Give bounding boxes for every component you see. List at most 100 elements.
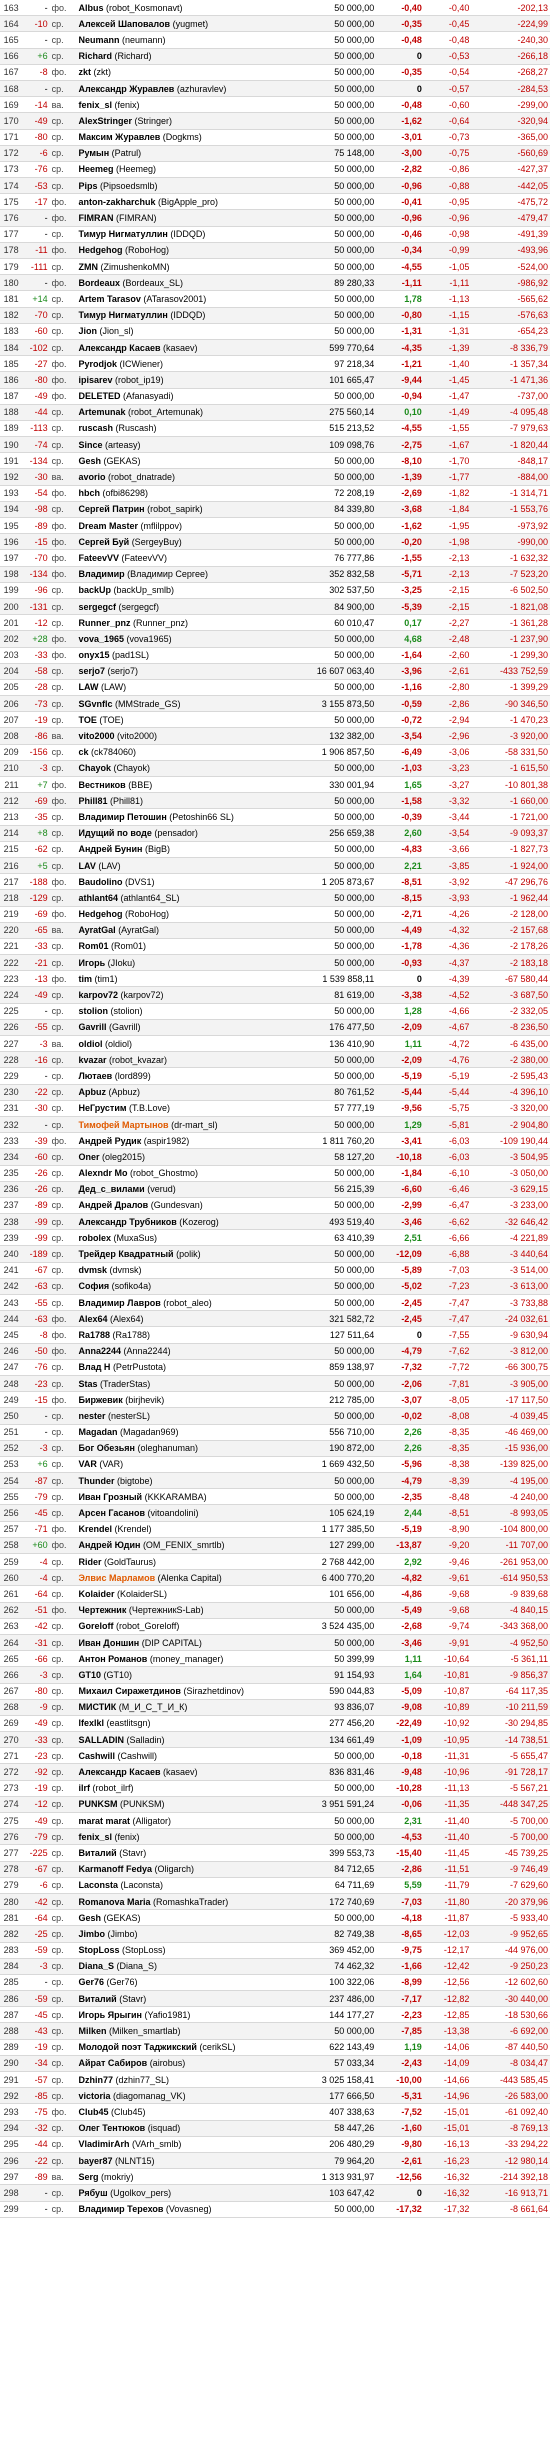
table-row[interactable]: 184 -102 ср. Александр Касаев (kasaev) 599 7… — [0, 339, 550, 357]
participant-name[interactable]: Алексей Шаповалов — [78, 19, 170, 29]
table-row[interactable]: 295 -44 ср. VladimirArh (VArh_smlb) 206 480,… — [0, 2136, 550, 2153]
table-row[interactable]: 252 -3 ср. Бог Обезьян (oleghanuman) 190 872… — [0, 1440, 550, 1457]
table-row[interactable]: 262 -51 фо. Чертежник (ЧертежникS-Lab) 50 00… — [0, 1602, 550, 1619]
participant-name[interactable]: Bordeaux — [78, 278, 120, 288]
participant-name[interactable]: Romanova Maria — [78, 1897, 150, 1907]
table-row[interactable]: 289 -19 ср. Молодой поэт Таджикский (cerikS… — [0, 2039, 550, 2056]
participant-name[interactable]: Baudolino — [78, 877, 122, 887]
participant-name[interactable]: onyx15 — [78, 650, 109, 660]
table-row[interactable]: 275 -49 ср. marat marat (Alligator) 50 000,0… — [0, 1812, 550, 1830]
table-row[interactable]: 288 -43 ср. Milken (Milken_smartlab) 50 000,… — [0, 2022, 550, 2040]
table-row[interactable]: 178 -11 фо. Hedgehog (RoboHog) 50 000,00 -0,3… — [0, 242, 550, 260]
table-row[interactable]: 225- ср. stolion (stolion) 50 000,00 1,28 -4,… — [0, 1003, 550, 1020]
participant-name[interactable]: Anna2244 — [78, 1346, 121, 1356]
participant-name[interactable]: avorio — [78, 472, 105, 482]
table-row[interactable]: 231 -30 ср. НеГрустим (T.B.Love) 57 777,19 -9… — [0, 1100, 550, 1117]
participant-name[interactable]: Молодой поэт Таджикский — [78, 2042, 196, 2052]
table-row[interactable]: 258 +60 фо. Андрей Юдин (OM_FENIX_smrtlb) 12… — [0, 1537, 550, 1555]
table-row[interactable]: 293 -75 фо. Club45 (Club45) 407 338,63 -7,52-… — [0, 2103, 550, 2121]
participant-name[interactable]: НеГрустим — [78, 1103, 126, 1113]
participant-name[interactable]: Андрей Дралов — [78, 1200, 148, 1210]
participant-name[interactable]: athlant64 — [78, 893, 118, 903]
participant-name[interactable]: karpov72 — [78, 990, 118, 1000]
table-row[interactable]: 212 -69 фо. Phill81 (Phill81) 50 000,00 -1,58… — [0, 792, 550, 810]
table-row[interactable]: 205 -28 ср. LAW (LAW) 50 000,00 -1,16 -2,80 -1 … — [0, 679, 550, 697]
participant-name[interactable]: Арсен Гасанов — [78, 1508, 145, 1518]
participant-name[interactable]: Ra1788 — [78, 1330, 110, 1340]
participant-name[interactable]: Jion — [78, 326, 97, 336]
participant-name[interactable]: Artem Tarasov — [78, 294, 140, 304]
participant-name[interactable]: Андрей Юдин — [78, 1540, 140, 1550]
table-row[interactable]: 218 -129 ср. athlant64 (athlant64_SL) 50 000… — [0, 889, 550, 907]
participant-name[interactable]: Alexndr Mo — [78, 1168, 127, 1178]
participant-name[interactable]: Чертежник — [78, 1605, 126, 1615]
participant-name[interactable]: Gesh — [78, 1913, 101, 1923]
participant-name[interactable]: Иван Доншин — [78, 1638, 139, 1648]
table-row[interactable]: 248 -23 ср. Stas (TraderStas) 50 000,00 -2,06… — [0, 1375, 550, 1393]
table-row[interactable]: 227 -3 ва. oldiol (oldiol) 136 410,90 1,11 -4,… — [0, 1035, 550, 1053]
table-row[interactable]: 217 -188 фо. Baudolino (DVS1) 1 205 873,67 -8… — [0, 873, 550, 891]
participant-name[interactable]: bayer87 — [78, 2156, 112, 2166]
participant-name[interactable]: Pips — [78, 181, 97, 191]
participant-name[interactable]: Neumann — [78, 35, 119, 45]
participant-name[interactable]: Alex64 — [78, 1314, 107, 1324]
participant-name[interactable]: Richard — [78, 51, 112, 61]
participant-name[interactable]: Вестников — [78, 780, 125, 790]
participant-name[interactable]: GT10 — [78, 1670, 101, 1680]
table-row[interactable]: 189 -113 ср. ruscash (Ruscash) 515 213,52 -4,… — [0, 420, 550, 438]
participant-name[interactable]: Apbuz — [78, 1087, 106, 1097]
table-row[interactable]: 233 -39 фо. Андрей Рудик (aspir1982) 1 811 7… — [0, 1132, 550, 1150]
table-row[interactable]: 199 -96 ср. backUp (backUp_smlb) 302 537,50-… — [0, 582, 550, 599]
table-row[interactable]: 269 -49 ср. lfexlkl (eastlitsgn) 277 456,20-… — [0, 1715, 550, 1733]
participant-name[interactable]: Oner — [78, 1152, 99, 1162]
table-row[interactable]: 229- ср. Лютаев (lord899) 50 000,00 -5,19 -5,… — [0, 1067, 550, 1085]
table-row[interactable]: 281 -64 ср. Gesh (GEKAS) 50 000,00 -4,18 -11,8… — [0, 1909, 550, 1927]
table-row[interactable]: 260 -4 ср. Элвис Марламов (Alenka Capital) 6… — [0, 1569, 550, 1587]
participant-name[interactable]: Albus — [78, 3, 103, 13]
table-row[interactable]: 216 +5 ср. LAV (LAV) 50 000,00 2,21 -3,85 -1 92… — [0, 857, 550, 875]
participant-name[interactable]: Влад Н — [78, 1362, 110, 1372]
participant-name[interactable]: StopLoss — [78, 1945, 119, 1955]
participant-name[interactable]: Phill81 — [78, 796, 107, 806]
participant-name[interactable]: Chayok — [78, 763, 111, 773]
table-row[interactable]: 236 -26 ср. Дед_с_вилами (verud) 56 215,39 -6… — [0, 1181, 550, 1198]
table-row[interactable]: 277 -225 ср. Виталий (Stavr) 399 553,73 -15,4… — [0, 1844, 550, 1862]
table-row[interactable]: 245 -8 фо. Ra1788 (Ra1788) 127 511,64 0 -7,55-… — [0, 1326, 550, 1344]
table-row[interactable]: 243 -55 ср. Владимир Лавров (robot_aleo) 50 … — [0, 1294, 550, 1312]
table-row[interactable]: 204 -58 ср. serjo7 (serjo7) 16 607 063,40 -3,… — [0, 663, 550, 680]
participant-name[interactable]: FateevVV — [78, 553, 119, 563]
table-row[interactable]: 198 -134 фо. Владимир (Владимир Сергее) 352 … — [0, 566, 550, 583]
participant-name[interactable]: vito2000 — [78, 731, 114, 741]
table-row[interactable]: 276 -79 ср. fenix_sl (fenix) 50 000,00 -4,53-… — [0, 1828, 550, 1846]
table-row[interactable]: 219 -69 фо. Hedgehog (RoboHog) 50 000,00 -2,7… — [0, 906, 550, 923]
participant-name[interactable]: VladimirArh — [78, 2139, 129, 2149]
table-row[interactable]: 239 -99 ср. robolex (MuxaSus) 63 410,39 2,51-… — [0, 1229, 550, 1247]
participant-name[interactable]: Тимофей Мартынов — [78, 1120, 168, 1130]
table-row[interactable]: 170 -49 ср. AlexStringer (Stringer) 50 000,0… — [0, 112, 550, 130]
table-row[interactable]: 237 -89 ср. Андрей Дралов (Gundesvan) 50 000… — [0, 1197, 550, 1215]
participant-name[interactable]: Dream Master — [78, 521, 138, 531]
participant-name[interactable]: ilrf — [78, 1783, 90, 1793]
participant-name[interactable]: Элвис Марламов — [78, 1573, 155, 1583]
table-row[interactable]: 280 -42 ср. Romanova Maria (RomashkaTrader)… — [0, 1893, 550, 1911]
participant-name[interactable]: Serg — [78, 2172, 98, 2182]
participant-name[interactable]: Kolaider — [78, 1589, 114, 1599]
participant-name[interactable]: Виталий — [78, 1848, 116, 1858]
participant-name[interactable]: Heemeg — [78, 164, 113, 174]
participant-name[interactable]: AyratGal — [78, 925, 115, 935]
participant-name[interactable]: Александр Касаев — [78, 1767, 160, 1777]
table-row[interactable]: 256 -45 ср. Арсен Гасанов (vitoandolini) 105… — [0, 1504, 550, 1522]
participant-name[interactable]: Олег Тентюков — [78, 2123, 145, 2133]
participant-name[interactable]: Рябуш — [78, 2188, 107, 2198]
table-row[interactable]: 246 -50 фо. Anna2244 (Anna2244) 50 000,00 -4,… — [0, 1343, 550, 1360]
participant-name[interactable]: МИСТИК — [78, 1702, 116, 1712]
table-row[interactable]: 273 -19 ср. ilrf (robot_ilrf) 50 000,00 -10,2… — [0, 1780, 550, 1797]
table-row[interactable]: 177- ср. Тимур Нигматуллин (IDDQD) 50 000,0… — [0, 226, 550, 243]
participant-name[interactable]: VAR — [78, 1459, 96, 1469]
table-row[interactable]: 232- ср. Тимофей Мартынов (dr-mart_sl) 50 0… — [0, 1116, 550, 1134]
participant-name[interactable]: ZMN — [78, 262, 98, 272]
table-row[interactable]: 226 -55 ср. Gavrill (Gavrill) 176 477,50 -2,0… — [0, 1019, 550, 1037]
table-row[interactable]: 211 +7 фо. Вестников (BBE) 330 001,94 1,65 -3,… — [0, 776, 550, 794]
table-row[interactable]: 299- ср. Владимир Терехов (Vovasneg) 50 000… — [0, 2201, 550, 2218]
table-row[interactable]: 221 -33 ср. Rom01 (Rom01) 50 000,00 -1,78 -4,3… — [0, 938, 550, 956]
